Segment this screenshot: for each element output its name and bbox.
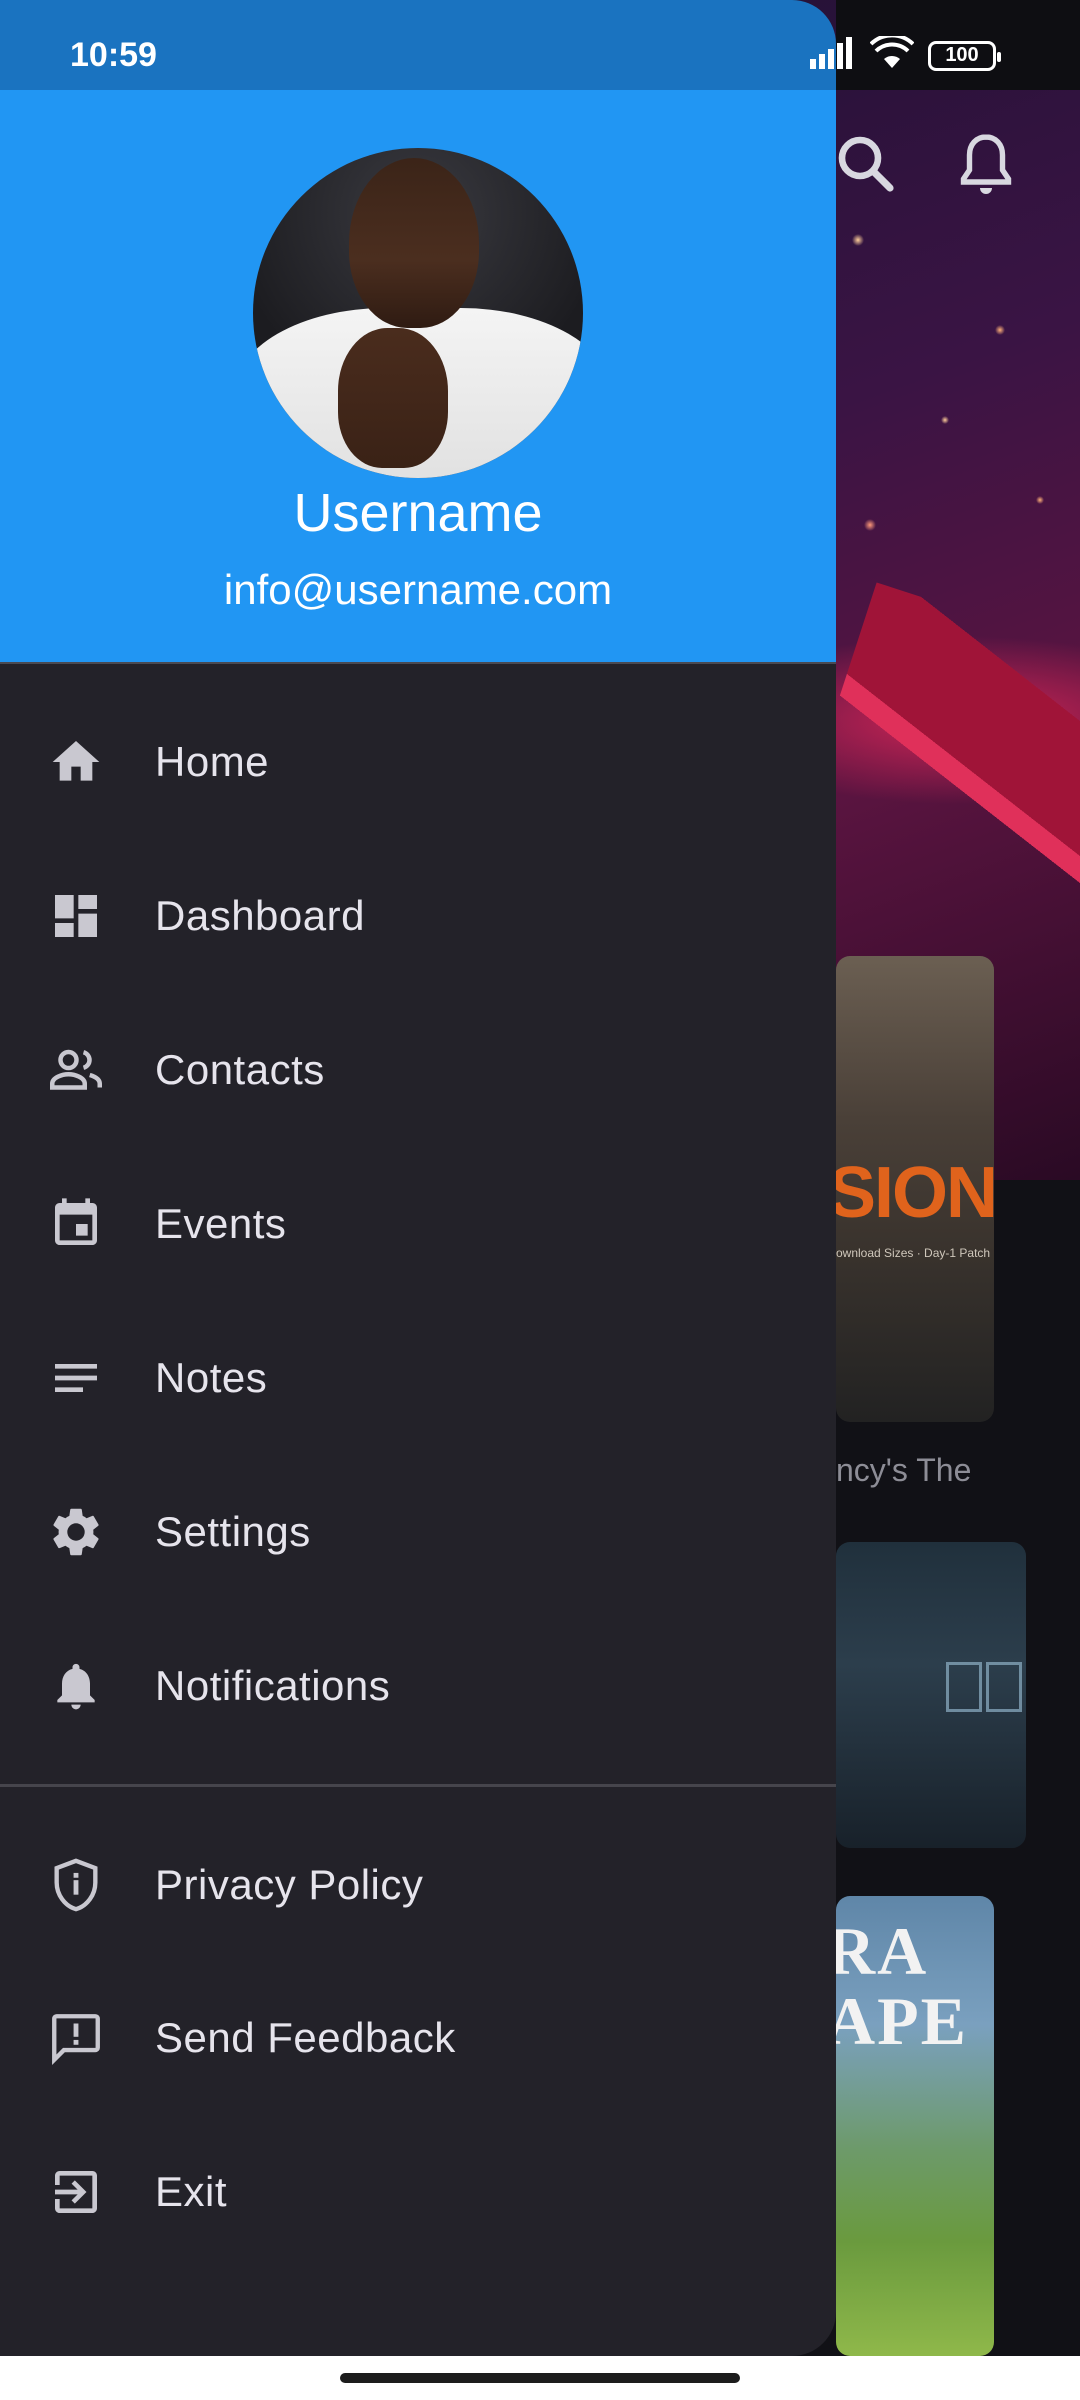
menu-item-contacts[interactable]: Contacts	[0, 1000, 836, 1140]
card-caption: ncy's The	[836, 1452, 972, 1488]
drawer-header: Username info@username.com	[0, 90, 836, 662]
window-graphic	[986, 1662, 1022, 1712]
menu-item-exit[interactable]: Exit	[0, 2122, 836, 2262]
window-graphic	[946, 1662, 982, 1712]
avatar[interactable]	[253, 148, 583, 478]
menu-item-label: Exit	[155, 2168, 228, 2215]
menu-item-notes[interactable]: Notes	[0, 1308, 836, 1448]
menu-item-home[interactable]: Home	[0, 692, 836, 832]
home-indicator[interactable]	[340, 2373, 740, 2383]
contacts-icon	[44, 1038, 108, 1102]
menu-item-settings[interactable]: Settings	[0, 1462, 836, 1602]
user-email: info@username.com	[223, 566, 613, 613]
game-card[interactable]	[836, 1542, 1026, 1848]
card-title: RA APE	[836, 1913, 968, 2059]
notes-icon	[44, 1346, 108, 1410]
menu-item-dashboard[interactable]: Dashboard	[0, 846, 836, 986]
divider	[0, 662, 836, 664]
bell-icon	[44, 1654, 108, 1718]
wifi-icon	[869, 33, 915, 75]
search-icon[interactable]	[830, 128, 902, 200]
menu-item-events[interactable]: Events	[0, 1154, 836, 1294]
event-icon	[44, 1192, 108, 1256]
menu-item-notifications[interactable]: Notifications	[0, 1616, 836, 1756]
gear-icon	[44, 1500, 108, 1564]
clock: 10:59	[70, 36, 157, 74]
feedback-icon	[44, 2006, 108, 2070]
game-card[interactable]: RA APE	[836, 1896, 994, 2356]
menu-item-privacy-policy[interactable]: Privacy Policy	[0, 1815, 836, 1955]
shield-icon	[44, 1853, 108, 1917]
navigation-drawer: Username info@username.com Home Dashboar…	[0, 0, 836, 2356]
card-title: SION	[836, 1153, 994, 1233]
home-icon	[44, 730, 108, 794]
menu-item-label: Privacy Policy	[155, 1861, 424, 1908]
username: Username	[293, 483, 543, 543]
menu-item-label: Contacts	[155, 1046, 325, 1093]
menu-item-send-feedback[interactable]: Send Feedback	[0, 1968, 836, 2108]
card-subtitle: ownload Sizes · Day-1 Patch	[836, 1246, 991, 1260]
menu-item-label: Dashboard	[155, 892, 365, 939]
menu-item-label: Send Feedback	[155, 2014, 456, 2061]
signal-icon	[810, 37, 856, 74]
menu-item-label: Notes	[155, 1354, 268, 1401]
menu-item-label: Notifications	[155, 1662, 391, 1709]
menu-item-label: Home	[155, 738, 270, 785]
bell-icon[interactable]	[950, 128, 1022, 200]
system-icons: 100	[810, 33, 1001, 75]
battery-icon: 100	[928, 40, 1001, 71]
menu-item-label: Settings	[155, 1508, 311, 1555]
dashboard-icon	[44, 884, 108, 948]
exit-icon	[44, 2160, 108, 2224]
divider	[0, 1784, 836, 1787]
game-card[interactable]: SION ownload Sizes · Day-1 Patch	[836, 956, 994, 1422]
status-bar: 10:59 100	[0, 0, 1080, 90]
menu-item-label: Events	[155, 1200, 287, 1247]
